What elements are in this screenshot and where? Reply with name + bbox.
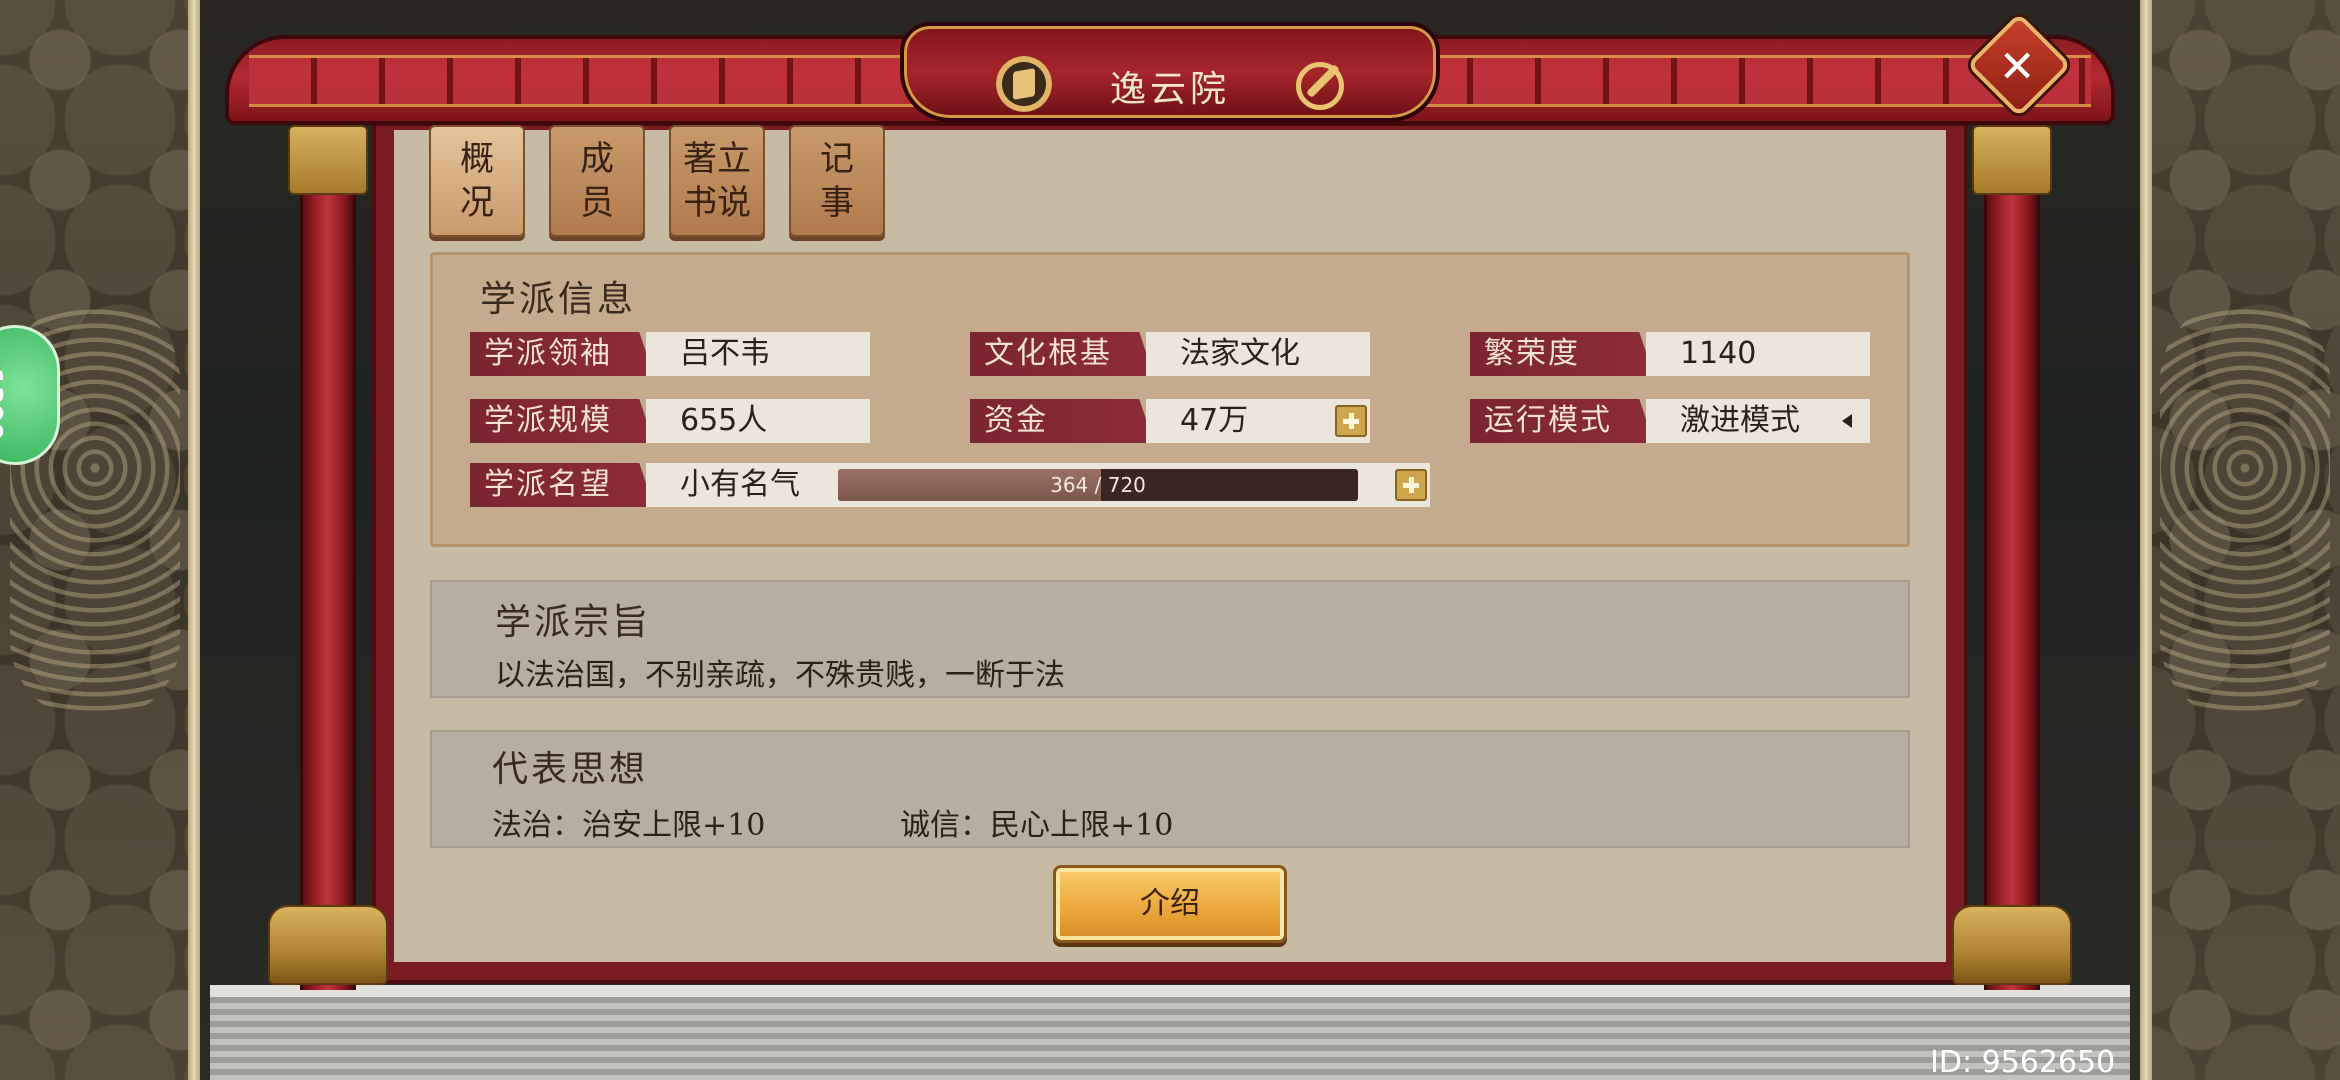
left-border-stripe [188,0,200,1080]
right-pillar [1984,110,2040,990]
player-id: ID: 9562650 [1930,1045,2116,1080]
right-pillar-cap [1972,125,2052,195]
stage-floor [210,985,2130,1080]
thought-item-integrity: 诚信：民心上限+10 [900,808,1174,843]
reputation-progress-text: 364 / 720 [1050,473,1146,497]
stage-floor-edge [210,985,2130,997]
section-title-school-info: 学派信息 [480,279,637,320]
left-pillar-cap [288,125,368,195]
dragon-pattern [2160,300,2330,720]
side-badge[interactable]: 1300 [0,325,60,465]
right-pillar-base [1952,905,2072,985]
right-decor-panel [2140,0,2340,1080]
tab-members[interactable]: 成员 [549,125,645,237]
section-title-purpose: 学派宗旨 [495,602,652,643]
left-pillar [300,110,356,990]
tab-writings[interactable]: 著立 书说 [669,125,765,237]
window-title: 逸云院 [1109,69,1230,110]
title-plaque: 逸云院 [900,22,1440,122]
left-decor-panel: 1300 [0,0,200,1080]
intro-button[interactable]: 介绍 [1053,865,1287,943]
tab-chronicle[interactable]: 记事 [789,125,885,237]
close-icon: ✕ [1998,41,2036,93]
section-title-thought: 代表思想 [492,749,649,790]
mode-select[interactable]: 激进模式 [1646,399,1870,443]
add-funds-button[interactable] [1335,405,1367,437]
tab-overview[interactable]: 概况 [429,125,525,237]
add-reputation-button[interactable] [1395,469,1427,501]
caret-left-icon [1842,414,1852,428]
purpose-text: 以法治国，不别亲疏，不殊贵贱，一断于法 [495,658,1065,693]
thought-item-rule-of-law: 法治：治安上限+10 [492,808,766,843]
reputation-progress-bar: 364 / 720 [838,469,1358,501]
right-border-stripe [2140,0,2152,1080]
left-pillar-base [268,905,388,985]
edit-name-icon[interactable] [1296,62,1344,110]
